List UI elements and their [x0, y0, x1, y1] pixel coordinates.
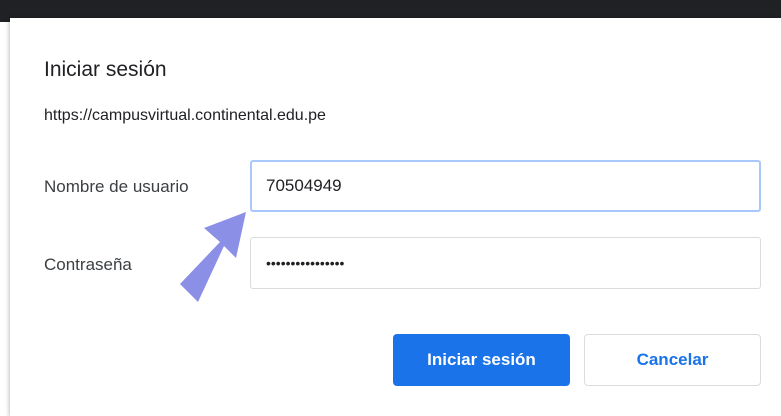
site-url: https://campusvirtual.continental.edu.pe: [44, 107, 326, 124]
username-label: Nombre de usuario: [44, 177, 189, 196]
sign-in-button[interactable]: Iniciar sesión: [393, 334, 570, 386]
login-dialog: Iniciar sesión https://campusvirtual.con…: [10, 18, 781, 416]
username-input[interactable]: 70504949: [250, 160, 761, 212]
pointer-arrow-icon: [180, 212, 246, 302]
dialog-title: Iniciar sesión: [44, 58, 167, 81]
password-input[interactable]: ••••••••••••••••: [250, 237, 761, 289]
cancel-button[interactable]: Cancelar: [584, 334, 761, 386]
password-label: Contraseña: [44, 255, 132, 274]
